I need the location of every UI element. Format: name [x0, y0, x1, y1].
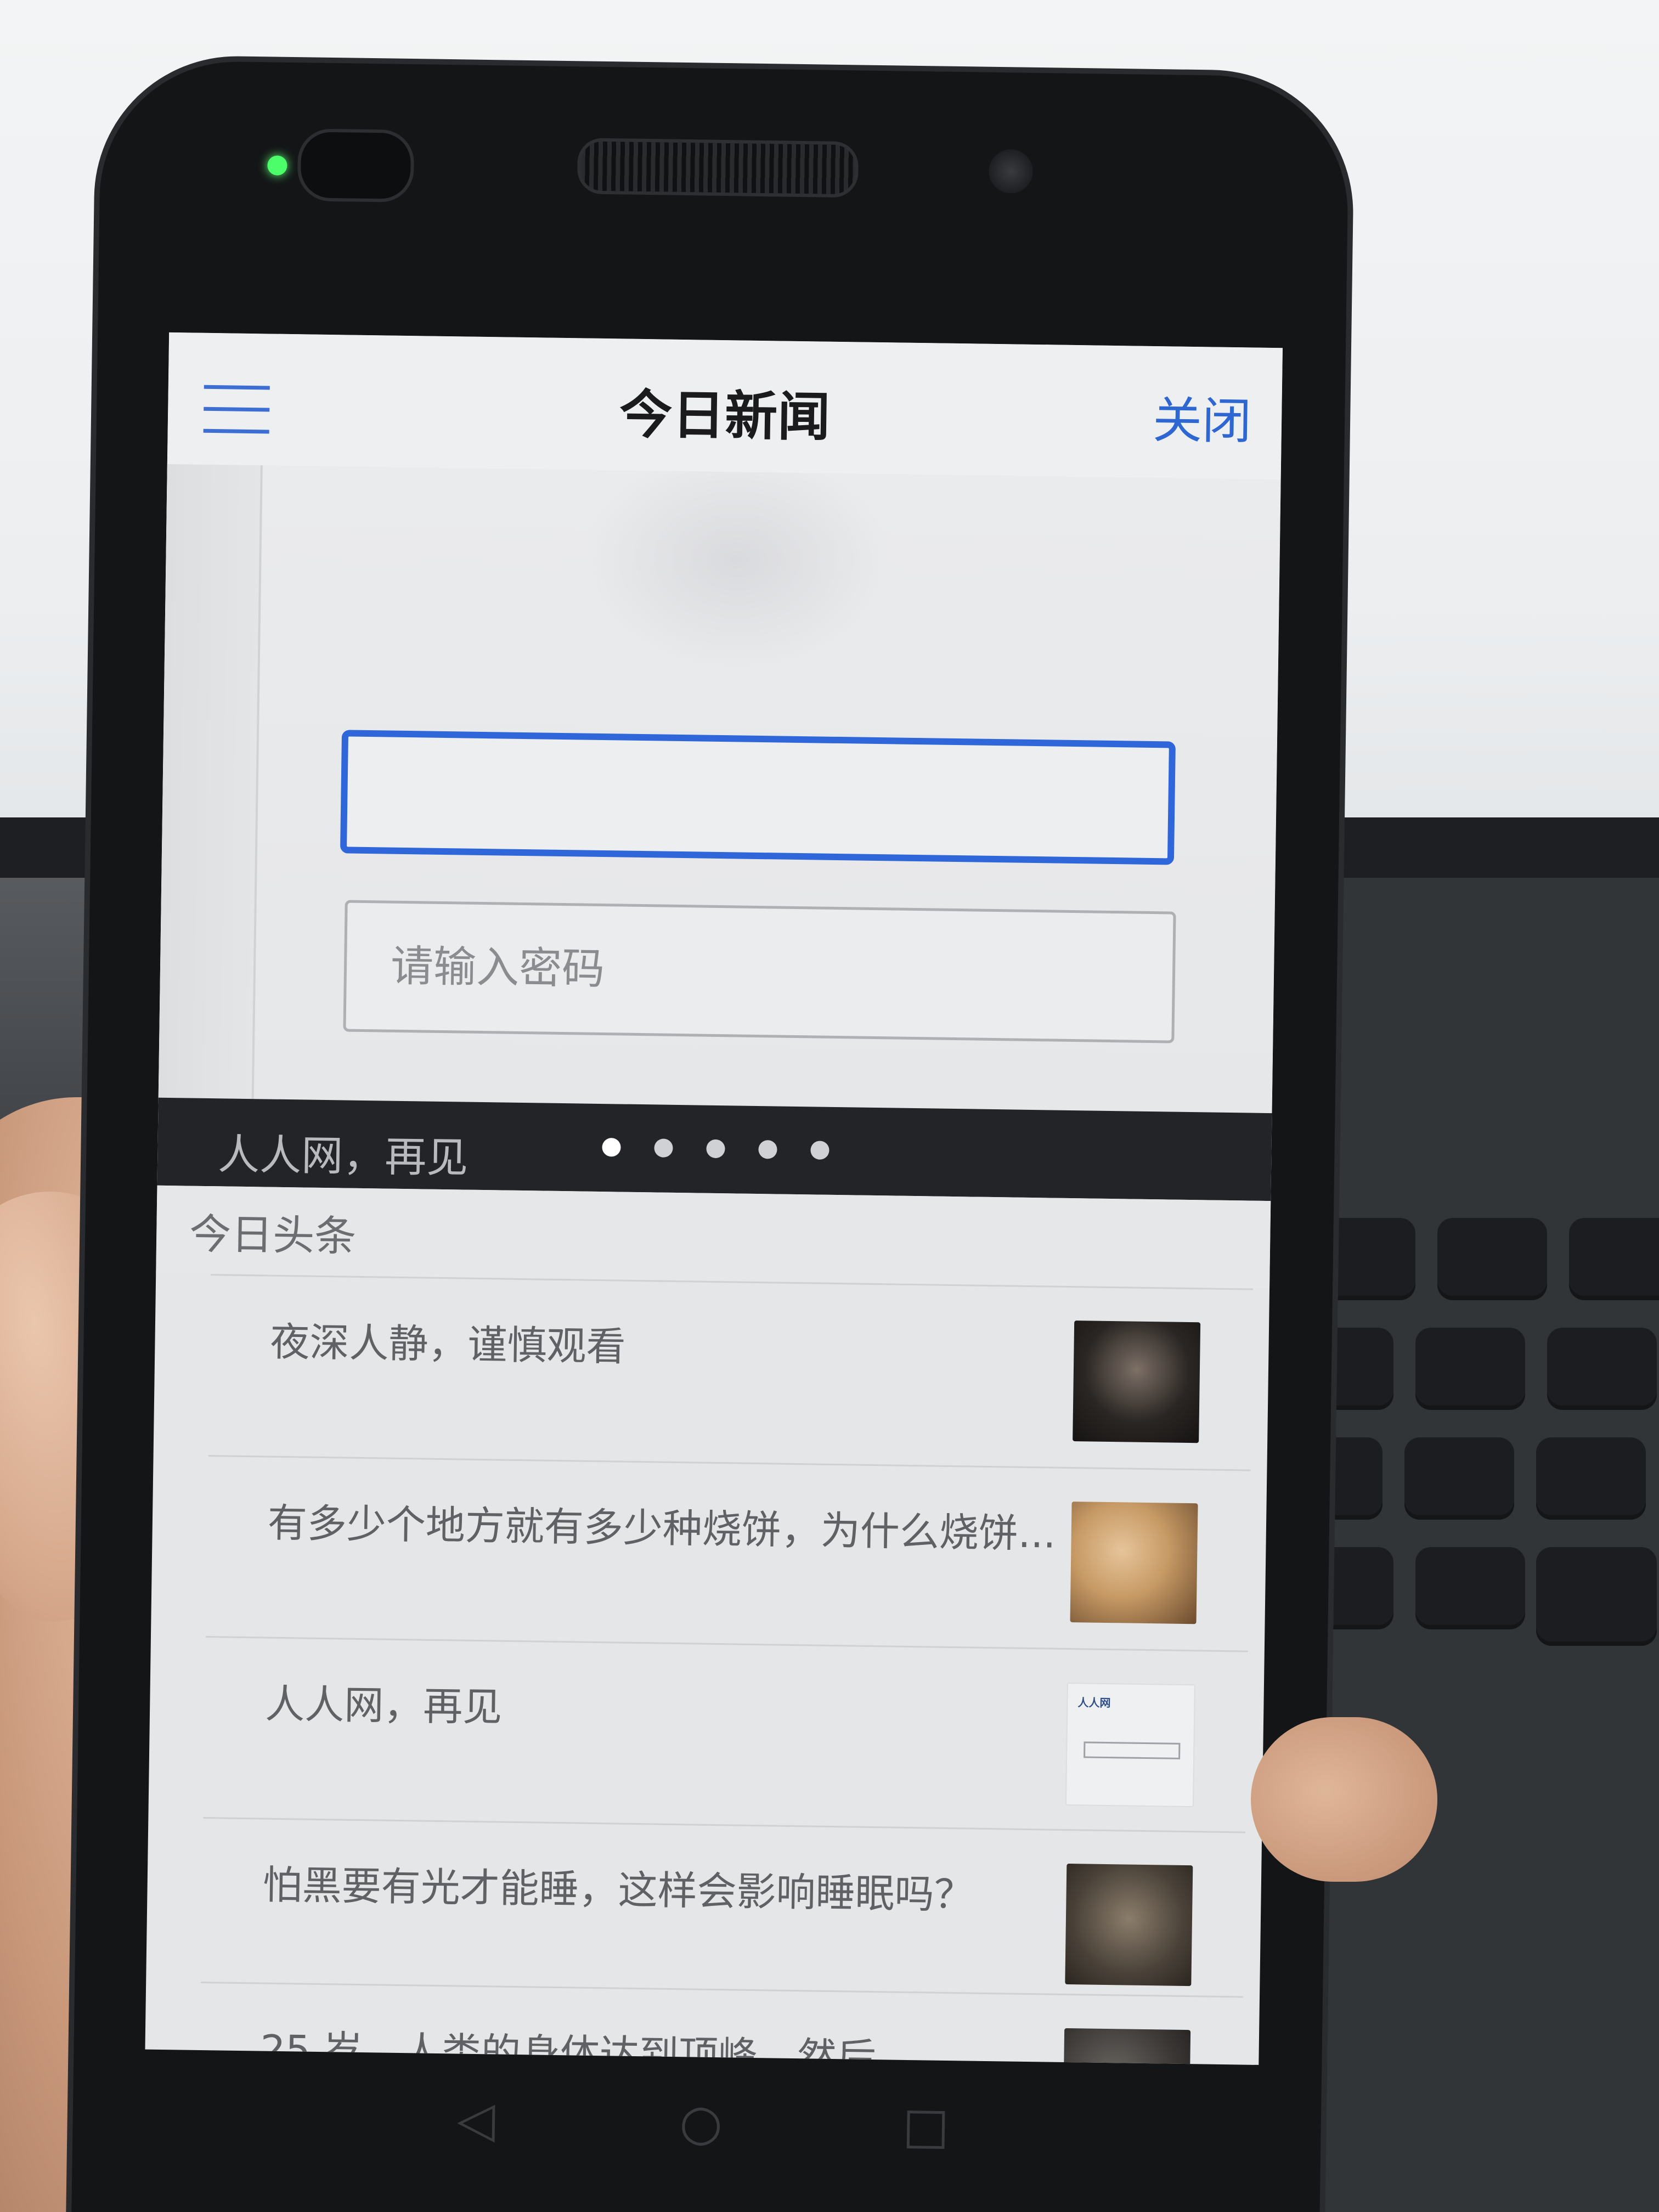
keyboard-key — [1415, 1547, 1525, 1629]
keyboard-key — [1536, 1437, 1646, 1520]
right-finger — [1251, 1717, 1437, 1882]
avatar-placeholder — [581, 448, 892, 672]
news-item[interactable]: 有多少个地方就有多少种烧饼，为什么烧饼... — [205, 1455, 1251, 1652]
keyboard-key — [1547, 1328, 1657, 1410]
carousel-dot[interactable] — [654, 1138, 673, 1158]
photo-scene: 请输入密码 今日新闻 关闭 人人网，再见 今日头条 夜深人静，谨慎观看 有多少个… — [0, 0, 1659, 2212]
news-item[interactable]: 夜深人静，谨慎观看 — [208, 1274, 1254, 1471]
thumbnail-logo-text: 人人网 — [1077, 1696, 1111, 1710]
news-item[interactable]: 25 岁，人类的身体达到顶峰，然后...... — [199, 1981, 1244, 2065]
carousel-dot[interactable] — [706, 1139, 725, 1159]
news-title: 有多少个地方就有多少种烧饼，为什么烧饼... — [267, 1499, 1057, 1557]
system-navigation-bar: ◁ ○ □ — [143, 2069, 1259, 2194]
news-thumbnail — [1073, 1321, 1201, 1443]
news-thumbnail — [1065, 1864, 1193, 1987]
username-input[interactable] — [340, 730, 1176, 865]
keyboard-key — [1437, 1218, 1547, 1300]
news-title: 25 岁，人类的身体达到顶峰，然后...... — [259, 2026, 952, 2065]
keyboard-key — [1569, 1218, 1659, 1300]
keyboard-key — [1404, 1437, 1514, 1520]
keyboard-key — [1536, 1547, 1657, 1646]
news-thumbnail: 人人网 — [1065, 1682, 1195, 1808]
side-drawer-edge — [158, 464, 263, 1099]
carousel-caption: 人人网，再见 — [217, 1130, 469, 1182]
news-item[interactable]: 人人网，再见 人人网 — [203, 1636, 1248, 1833]
home-circle-icon[interactable]: ○ — [676, 2094, 726, 2152]
carousel-dot[interactable] — [810, 1141, 830, 1160]
carousel-dot[interactable] — [602, 1138, 621, 1157]
section-title: 今日头条 — [189, 1209, 357, 1261]
notification-led — [267, 155, 287, 176]
section-header: 今日头条 — [156, 1185, 1271, 1289]
recents-square-icon[interactable]: □ — [901, 2097, 951, 2155]
carousel-banner[interactable]: 人人网，再见 — [157, 1097, 1272, 1201]
app-header: 今日新闻 关闭 — [167, 332, 1283, 480]
earpiece-speaker — [577, 138, 859, 198]
password-input[interactable]: 请输入密码 — [343, 900, 1176, 1043]
front-camera — [297, 128, 415, 203]
page-title: 今日新闻 — [619, 383, 831, 448]
news-title: 夜深人静，谨慎观看 — [269, 1318, 627, 1370]
news-thumbnail — [1063, 2028, 1191, 2065]
thumbnail-input-shape — [1084, 1741, 1181, 1759]
back-triangle-icon[interactable]: ◁ — [451, 2091, 501, 2149]
close-button[interactable]: 关闭 — [1152, 380, 1252, 453]
login-overlay: 请输入密码 — [158, 448, 1281, 1114]
news-title: 怕黑要有光才能睡，这样会影响睡眠吗？ — [262, 1861, 974, 1918]
phone-body: 请输入密码 今日新闻 关闭 人人网，再见 今日头条 夜深人静，谨慎观看 有多少个… — [71, 60, 1350, 2212]
keyboard-key — [1415, 1328, 1525, 1410]
news-title: 人人网，再见 — [264, 1680, 503, 1730]
phone-screen: 请输入密码 今日新闻 关闭 人人网，再见 今日头条 夜深人静，谨慎观看 有多少个… — [145, 332, 1283, 2065]
carousel-dot[interactable] — [758, 1140, 777, 1159]
proximity-sensor — [988, 149, 1033, 194]
news-thumbnail — [1070, 1502, 1198, 1624]
